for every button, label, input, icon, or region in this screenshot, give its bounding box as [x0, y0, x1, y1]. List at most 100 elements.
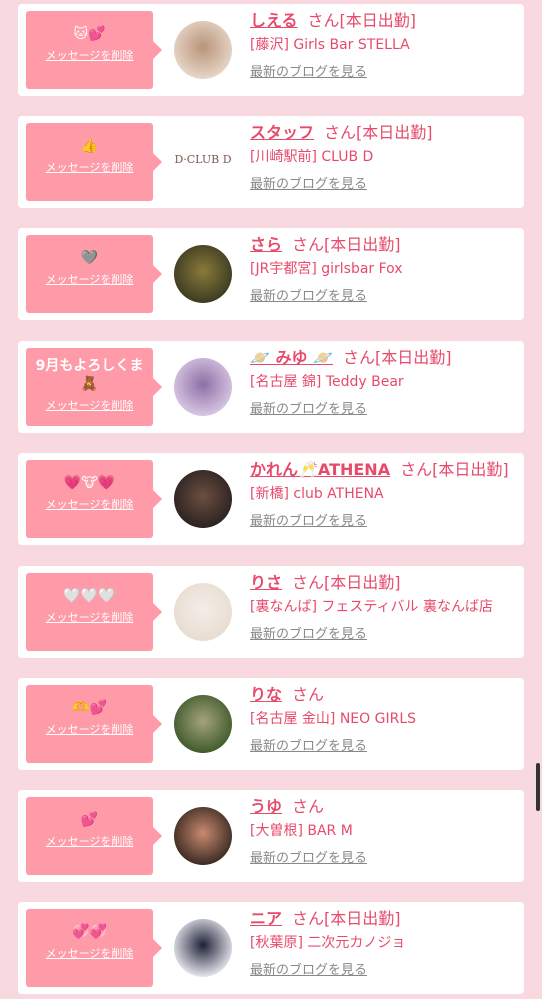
cast-name-link[interactable]: りな: [250, 685, 282, 704]
cast-info: ニア さん[本日出勤] [秋葉原] 二次元カノジョ 最新のブログを見る: [250, 908, 520, 980]
delete-message-link[interactable]: メッセージを削除: [26, 498, 153, 512]
cast-name-link[interactable]: 🪐 みゆ 🪐: [250, 348, 333, 367]
message-card: 🩶 メッセージを削除 さら さん[本日出勤] [JR宇都宮] girlsbar Fox 最…: [18, 228, 524, 320]
message-bubble: 🐱💕 メッセージを削除: [26, 11, 162, 89]
honorific: さん: [292, 909, 325, 928]
cast-info: スタッフ さん[本日出勤] [川崎駅前] CLUB D 最新のブログを見る: [250, 122, 520, 194]
message-text: 👍: [80, 138, 99, 154]
shop-name: [名古屋 錦] Teddy Bear: [250, 374, 404, 390]
latest-blog-link[interactable]: 最新のブログを見る: [250, 401, 520, 419]
message-text: 💕: [80, 812, 99, 828]
message-card: 💞💞 メッセージを削除 ニア さん[本日出勤] [秋葉原] 二次元カノジョ 最新のブログを…: [18, 902, 524, 994]
cast-name-link[interactable]: りさ: [250, 573, 282, 592]
message-text: 🫶💕: [72, 700, 107, 716]
shop-name: [裏なんば] フェスティバル 裏なんば店: [250, 599, 493, 615]
latest-blog-link[interactable]: 最新のブログを見る: [250, 962, 520, 980]
message-card: 🤍🤍🤍 メッセージを削除 りさ さん[本日出勤] [裏なんば] フェスティバル 裏なんば…: [18, 566, 524, 658]
shop-name: [名古屋 金山] NEO GIRLS: [250, 711, 417, 727]
shop-name: [JR宇都宮] girlsbar Fox: [250, 261, 403, 277]
delete-message-link[interactable]: メッセージを削除: [26, 49, 153, 63]
name-row: りな さん: [250, 684, 520, 706]
working-today-badge: [本日出勤]: [324, 909, 401, 928]
message-text: 💗🐮💗: [63, 475, 116, 491]
shop-name: [川崎駅前] CLUB D: [250, 149, 374, 165]
avatar[interactable]: [174, 807, 232, 865]
name-row: うゆ さん: [250, 796, 520, 818]
delete-message-link[interactable]: メッセージを削除: [26, 273, 153, 287]
name-row: 🪐 みゆ 🪐 さん[本日出勤]: [250, 347, 520, 369]
honorific: さん: [343, 348, 376, 367]
message-card: 🫶💕 メッセージを削除 りな さん [名古屋 金山] NEO GIRLS 最新のブログを見…: [18, 678, 524, 770]
cast-info: 🪐 みゆ 🪐 さん[本日出勤] [名古屋 錦] Teddy Bear 最新のブログを見…: [250, 347, 520, 419]
cast-info: りさ さん[本日出勤] [裏なんば] フェスティバル 裏なんば店最新のブログを見る: [250, 572, 520, 644]
message-card: 💗🐮💗 メッセージを削除 かれん🥂ATHENA さん[本日出勤] [新橋] club A…: [18, 453, 524, 545]
message-card: 🐱💕 メッセージを削除 しえる さん[本日出勤] [藤沢] Girls Bar STEL…: [18, 4, 524, 96]
honorific: さん: [324, 123, 357, 142]
honorific: さん: [307, 11, 340, 30]
latest-blog-link[interactable]: 最新のブログを見る: [250, 626, 520, 644]
shop-name: [藤沢] Girls Bar STELLA: [250, 37, 410, 53]
message-text: 🤍🤍🤍: [63, 588, 116, 604]
message-bubble: 🤍🤍🤍 メッセージを削除: [26, 573, 162, 651]
message-text: 🐱💕: [73, 26, 106, 42]
delete-message-link[interactable]: メッセージを削除: [26, 399, 153, 413]
message-bubble: 💞💞 メッセージを削除: [26, 909, 162, 987]
avatar[interactable]: [174, 583, 232, 641]
working-today-badge: [本日出勤]: [324, 235, 401, 254]
cast-name-link[interactable]: かれん🥂ATHENA: [250, 460, 390, 479]
message-text: 🩶: [80, 250, 99, 266]
cast-name-link[interactable]: スタッフ: [250, 123, 314, 142]
cast-info: さら さん[本日出勤] [JR宇都宮] girlsbar Fox 最新のブログを見る: [250, 234, 520, 306]
latest-blog-link[interactable]: 最新のブログを見る: [250, 288, 520, 306]
message-bubble: 💕 メッセージを削除: [26, 797, 162, 875]
message-bubble: 💗🐮💗 メッセージを削除: [26, 460, 162, 538]
scrollbar[interactable]: [536, 763, 540, 811]
delete-message-link[interactable]: メッセージを削除: [26, 835, 153, 849]
cast-info: りな さん [名古屋 金山] NEO GIRLS 最新のブログを見る: [250, 684, 520, 756]
avatar[interactable]: [174, 470, 232, 528]
working-today-badge: [本日出勤]: [324, 573, 401, 592]
message-bubble: 9月もよろしくま 🧸 メッセージを削除: [26, 348, 162, 426]
avatar[interactable]: [174, 245, 232, 303]
avatar[interactable]: [174, 695, 232, 753]
shop-name: [新橋] club ATHENA: [250, 486, 384, 502]
avatar[interactable]: [174, 358, 232, 416]
message-card: 💕 メッセージを削除 うゆ さん [大曽根] BAR M 最新のブログを見る: [18, 790, 524, 882]
avatar[interactable]: D·CLUB D: [174, 133, 232, 191]
cast-name-link[interactable]: ニア: [250, 909, 282, 928]
latest-blog-link[interactable]: 最新のブログを見る: [250, 64, 520, 82]
honorific: さん: [292, 797, 325, 816]
avatar[interactable]: [174, 919, 232, 977]
cast-info: しえる さん[本日出勤] [藤沢] Girls Bar STELLA 最新のブログを見…: [250, 10, 520, 82]
latest-blog-link[interactable]: 最新のブログを見る: [250, 738, 520, 756]
message-bubble: 👍 メッセージを削除: [26, 123, 162, 201]
honorific: さん: [400, 460, 433, 479]
name-row: りさ さん[本日出勤]: [250, 572, 520, 594]
message-card: 👍 メッセージを削除 D·CLUB D スタッフ さん[本日出勤] [川崎駅前] CLUB…: [18, 116, 524, 208]
name-row: ニア さん[本日出勤]: [250, 908, 520, 930]
delete-message-link[interactable]: メッセージを削除: [26, 161, 153, 175]
name-row: さら さん[本日出勤]: [250, 234, 520, 256]
delete-message-link[interactable]: メッセージを削除: [26, 723, 153, 737]
message-bubble: 🫶💕 メッセージを削除: [26, 685, 162, 763]
name-row: しえる さん[本日出勤]: [250, 10, 520, 32]
honorific: さん: [292, 685, 325, 704]
honorific: さん: [292, 573, 325, 592]
shop-logo: D·CLUB D: [174, 153, 232, 166]
working-today-badge: [本日出勤]: [432, 460, 509, 479]
working-today-badge: [本日出勤]: [339, 11, 417, 30]
delete-message-link[interactable]: メッセージを削除: [26, 947, 153, 961]
latest-blog-link[interactable]: 最新のブログを見る: [250, 176, 520, 194]
message-card: 9月もよろしくま 🧸 メッセージを削除 🪐 みゆ 🪐 さん[本日出勤] [名古屋 錦] …: [18, 341, 524, 433]
cast-name-link[interactable]: うゆ: [250, 797, 282, 816]
delete-message-link[interactable]: メッセージを削除: [26, 611, 153, 625]
message-bubble: 🩶 メッセージを削除: [26, 235, 162, 313]
name-row: かれん🥂ATHENA さん[本日出勤]: [250, 459, 520, 481]
cast-info: うゆ さん [大曽根] BAR M 最新のブログを見る: [250, 796, 520, 868]
cast-name-link[interactable]: さら: [250, 235, 282, 254]
message-text: 💞💞: [72, 924, 107, 940]
cast-name-link[interactable]: しえる: [250, 11, 298, 30]
latest-blog-link[interactable]: 最新のブログを見る: [250, 850, 520, 868]
avatar[interactable]: [174, 21, 232, 79]
latest-blog-link[interactable]: 最新のブログを見る: [250, 513, 520, 531]
